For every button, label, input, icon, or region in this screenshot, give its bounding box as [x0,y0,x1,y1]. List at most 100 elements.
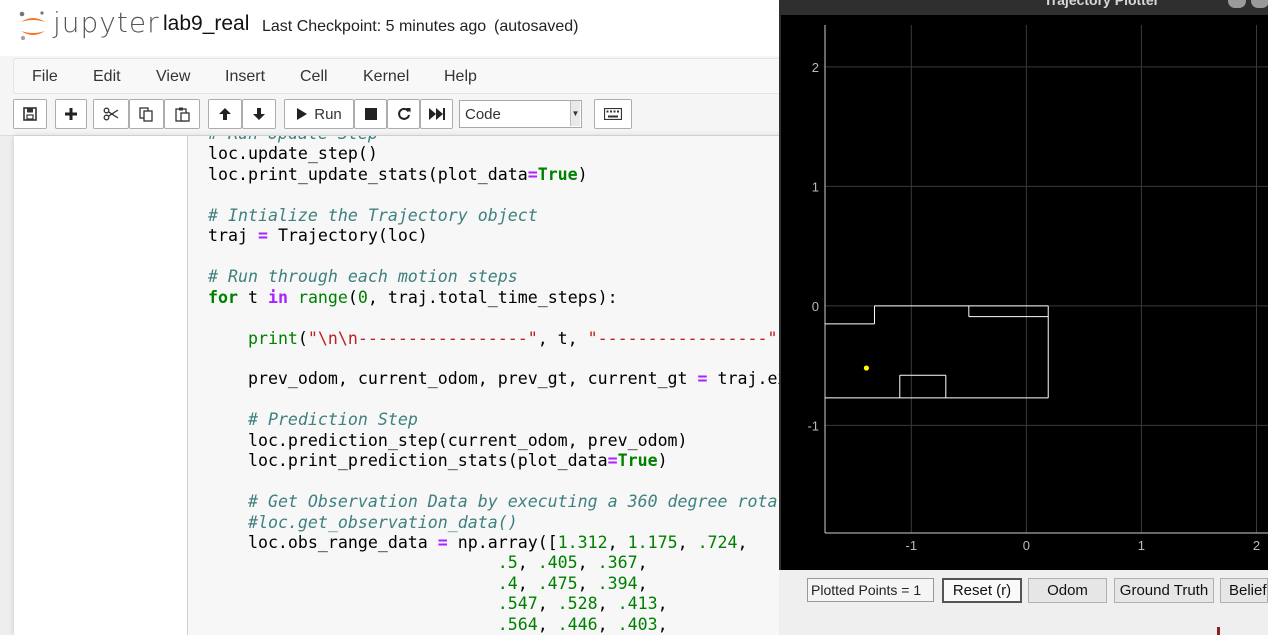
code-token: .547 [497,594,538,614]
code-token: .5 [497,553,518,573]
code-token: , [517,573,538,593]
code-token: , [607,533,628,552]
code-line: # Run through each motion steps [208,267,518,287]
menu-file[interactable]: File [32,68,58,86]
code-token: .724 [697,533,738,552]
copy-button[interactable] [129,99,164,129]
close-icon[interactable] [1251,0,1268,8]
code-line: .564, .446, .403, [208,615,668,635]
code-token: = [437,533,448,552]
code-line: .5, .405, .367, [208,553,648,573]
y-tick-label: 1 [812,179,819,194]
code-token: .528 [557,594,598,614]
code-token: ) [577,164,588,184]
paste-button[interactable] [164,99,200,129]
code-token: , [537,614,558,634]
code-token: = [607,451,618,471]
code-token: loc.print_update_stats(plot_data [208,164,528,184]
code-token: loc.obs_range_data [208,533,438,552]
insert-cell-button[interactable] [55,99,87,129]
code-token: 1.312 [557,533,608,552]
interrupt-kernel-button[interactable] [354,99,387,129]
code-token: Trajectory(loc) [267,226,428,246]
code-token: = [697,369,708,389]
code-token: # Run through each motion steps [208,267,518,287]
code-token: .367 [597,553,638,573]
menu-help[interactable]: Help [444,68,477,86]
code-token: .4 [497,573,518,593]
refresh-icon [397,107,410,120]
code-token: # Intialize the Trajectory object [208,205,538,225]
code-line: .4, .475, .394, [208,574,648,594]
jupyter-wordmark[interactable]: jupyter [53,6,160,39]
run-button[interactable]: Run [284,99,354,129]
code-token: , [657,614,668,634]
save-button[interactable] [13,99,47,129]
plotted-points-label: Plotted Points = 1 [807,578,934,602]
move-down-button[interactable] [242,99,276,129]
code-token: in [267,287,288,307]
code-token: True [537,164,578,184]
belief-button[interactable]: Belief [1220,578,1268,603]
code-token: , [597,594,618,614]
notebook-name[interactable]: lab9_real [163,12,249,36]
restart-run-all-button[interactable] [420,99,453,129]
scissors-icon [103,107,119,121]
plotter-window-title: Trajectory Plotter [1043,0,1160,8]
odom-button[interactable]: Odom [1028,578,1107,603]
code-line: # Get Observation Data by executing a 36… [208,492,787,512]
ground-truth-button[interactable]: Ground Truth [1114,578,1214,603]
code-token: , [657,594,668,614]
menu-kernel[interactable]: Kernel [363,68,409,86]
plus-icon [65,108,77,120]
fast-forward-icon [428,108,445,120]
chevron-down-icon[interactable]: ▼ [570,101,580,126]
code-token: .446 [557,614,598,634]
y-tick-label: 2 [812,60,819,75]
checkpoint-status: Last Checkpoint: 5 minutes ago [262,18,487,35]
menu-insert[interactable]: Insert [225,68,265,86]
plot-controls: Plotted Points = 1 Reset (r) Odom Ground… [779,570,1268,635]
code-line: loc.print_update_stats(plot_data=True) [208,165,588,185]
code-token: loc.prediction_step(current_odom, prev_o… [208,430,688,450]
code-token: , [577,573,598,593]
cell-type-select[interactable]: Code [459,100,582,128]
code-line: traj = Trajectory(loc) [208,226,428,246]
code-token: = [257,226,268,246]
jupyter-logo-icon[interactable] [18,10,48,42]
code-token: # Get Observation Data by executing a 36… [247,492,788,512]
run-button-label: Run [314,105,342,123]
menu-view[interactable]: View [156,68,190,86]
code-token: .413 [617,594,658,614]
code-token: for [208,287,238,307]
code-token: #loc.get_observation_data() [247,512,518,532]
code-token: # Prediction Step [247,410,418,430]
code-token: .475 [537,573,578,593]
cut-button[interactable] [93,99,129,129]
code-token: .405 [537,553,578,573]
x-tick-label: 0 [1023,538,1030,553]
code-token: prev_odom, current_odom, prev_gt, curren… [208,369,698,389]
play-icon [297,108,308,120]
code-token: # Run Update Step [208,136,378,143]
plot-canvas[interactable]: -1 0 1 2 2 1 0 -1 [781,15,1268,570]
move-up-button[interactable] [208,99,242,129]
code-token: , [517,553,538,573]
menu-edit[interactable]: Edit [93,68,121,86]
code-line: .547, .528, .413, [208,594,668,614]
code-token: np.array([ [447,533,558,552]
code-token: "\n\n-----------------" [307,328,538,348]
reset-button[interactable]: Reset (r) [942,578,1022,603]
code-token: .564 [497,614,538,634]
trajectory-plotter-window: Trajectory Plotter -1 0 1 2 2 1 0 -1 Plotted Po… [779,0,1268,635]
restart-kernel-button[interactable] [387,99,420,129]
arrow-up-icon [219,108,231,120]
command-palette-button[interactable] [594,99,632,129]
code-token: , traj.total_time_steps): [367,287,618,307]
menu-cell[interactable]: Cell [300,68,328,86]
